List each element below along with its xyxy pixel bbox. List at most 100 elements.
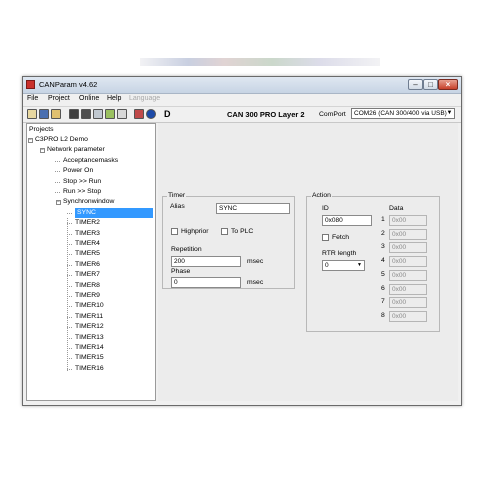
rtr-length-value: 0 bbox=[325, 262, 329, 269]
data-row-index: 1 bbox=[381, 216, 385, 223]
timer-group-title: Timer bbox=[167, 192, 187, 199]
folder-icon[interactable] bbox=[51, 109, 61, 119]
tree-header: Projects bbox=[29, 126, 54, 133]
settings-icon[interactable] bbox=[93, 109, 103, 119]
fetch-checkbox[interactable] bbox=[322, 234, 329, 241]
data-row-index: 3 bbox=[381, 243, 385, 251]
tree-connector bbox=[67, 218, 68, 371]
alias-label: Alias bbox=[170, 203, 185, 210]
project-tree[interactable]: Projects − C3PRO L2 Demo − Network paramete… bbox=[26, 123, 156, 401]
timer-group: Timer Alias SYNC Highprior To PLC Repeti… bbox=[162, 192, 295, 289]
save-icon[interactable] bbox=[39, 109, 49, 119]
tree-item[interactable]: TIMER13 bbox=[75, 333, 104, 343]
list-icon[interactable] bbox=[117, 109, 127, 119]
toplc-label: To PLC bbox=[231, 228, 254, 235]
book-icon[interactable] bbox=[134, 109, 144, 119]
app-window: CANParam v4.62 – □ × File Project Online… bbox=[22, 76, 462, 406]
comport-value: COM26 (CAN 300/400 via USB) bbox=[354, 110, 447, 117]
data-byte-input[interactable]: 0x00 bbox=[389, 283, 427, 295]
data-byte-input[interactable]: 0x00 bbox=[389, 242, 427, 254]
chevron-down-icon: ▼ bbox=[446, 110, 453, 116]
download-device-icon[interactable] bbox=[69, 109, 79, 119]
data-row-index: 5 bbox=[381, 270, 385, 278]
tree-item[interactable]: TIMER14 bbox=[75, 343, 104, 353]
tree-item[interactable]: Synchronwindow bbox=[63, 197, 114, 207]
tree-item[interactable]: Stop >> Run bbox=[63, 177, 101, 187]
tree-item[interactable]: TIMER4 bbox=[75, 239, 100, 249]
data-byte-input[interactable]: 0x00 bbox=[389, 297, 427, 309]
data-byte-input[interactable]: 0x00 bbox=[389, 310, 427, 322]
comport-label: ComPort bbox=[319, 111, 346, 118]
minimize-button[interactable]: – bbox=[408, 79, 423, 90]
tree-item[interactable]: TIMER11 bbox=[75, 312, 103, 322]
close-button[interactable]: × bbox=[438, 79, 458, 90]
maximize-icon: □ bbox=[428, 80, 433, 89]
data-byte-input[interactable]: 0x00 bbox=[389, 256, 427, 268]
tree-connector bbox=[55, 160, 60, 162]
tree-item[interactable]: Power On bbox=[63, 166, 93, 176]
menu-project[interactable]: Project bbox=[48, 95, 70, 102]
fetch-label: Fetch bbox=[332, 234, 349, 241]
tree-item[interactable]: C3PRO L2 Demo bbox=[35, 135, 88, 145]
tree-connector bbox=[55, 181, 60, 183]
tree-item[interactable]: SYNC bbox=[75, 207, 153, 218]
device-name-label: CAN 300 PRO Layer 2 bbox=[227, 110, 305, 119]
repetition-input[interactable]: 200 bbox=[171, 256, 241, 267]
action-group: Action ID 0x080 Data Fetch RTR length 0 … bbox=[306, 192, 440, 332]
tree-expander-icon[interactable]: − bbox=[56, 199, 61, 205]
data-byte-input[interactable]: 0x00 bbox=[389, 215, 427, 226]
action-group-title: Action bbox=[311, 192, 332, 199]
open-folder-icon[interactable] bbox=[27, 109, 37, 119]
tree-item[interactable]: TIMER9 bbox=[75, 291, 100, 301]
upload-device-icon[interactable] bbox=[81, 109, 91, 119]
phase-unit: msec bbox=[247, 279, 264, 286]
data-row-index: 2 bbox=[381, 229, 385, 237]
app-icon bbox=[26, 80, 35, 89]
phase-input[interactable]: 0 bbox=[171, 277, 241, 288]
rtr-length-select[interactable]: 0 ▼ bbox=[322, 260, 365, 271]
data-byte-input[interactable]: 0x00 bbox=[389, 228, 427, 240]
title-bar[interactable]: CANParam v4.62 – □ × bbox=[23, 77, 461, 94]
menu-online[interactable]: Online bbox=[79, 95, 99, 102]
menu-file[interactable]: File bbox=[27, 95, 38, 102]
menu-language: Language bbox=[129, 95, 161, 102]
tree-item[interactable]: TIMER8 bbox=[75, 281, 100, 291]
tree-item[interactable]: TIMER2 bbox=[75, 218, 100, 228]
highprior-checkbox[interactable] bbox=[171, 228, 178, 235]
highprior-label: Highprior bbox=[181, 228, 209, 235]
tree-item[interactable]: TIMER15 bbox=[75, 353, 104, 363]
phase-label: Phase bbox=[171, 268, 191, 275]
data-row-index: 7 bbox=[381, 298, 385, 306]
menu-help[interactable]: Help bbox=[107, 95, 121, 102]
toplc-checkbox[interactable] bbox=[221, 228, 228, 235]
window-title: CANParam v4.62 bbox=[39, 80, 98, 89]
tree-item[interactable]: Run >> Stop bbox=[63, 187, 101, 197]
maximize-button[interactable]: □ bbox=[423, 79, 438, 90]
tree-expander-icon[interactable]: − bbox=[28, 137, 33, 143]
tree-item[interactable]: Acceptancemasks bbox=[63, 156, 118, 166]
menu-bar: File Project Online Help Language bbox=[23, 94, 461, 105]
chevron-down-icon: ▼ bbox=[357, 262, 362, 268]
tree-item[interactable]: TIMER16 bbox=[75, 364, 104, 374]
tree-item[interactable]: TIMER7 bbox=[75, 270, 100, 280]
info-icon[interactable] bbox=[146, 109, 156, 119]
repetition-unit: msec bbox=[247, 258, 264, 265]
tree-item[interactable]: Network parameter bbox=[47, 145, 105, 155]
tree-expander-icon[interactable]: − bbox=[40, 147, 45, 153]
data-row-index: 6 bbox=[381, 284, 385, 292]
data-byte-input[interactable]: 0x00 bbox=[389, 269, 427, 281]
tree-item[interactable]: TIMER12 bbox=[75, 322, 104, 332]
data-row-index: 4 bbox=[381, 257, 385, 265]
comport-select[interactable]: COM26 (CAN 300/400 via USB) ▼ bbox=[351, 108, 455, 119]
tree-item[interactable]: TIMER6 bbox=[75, 260, 100, 270]
minimize-icon: – bbox=[413, 80, 418, 89]
rtr-length-label: RTR length bbox=[322, 250, 357, 257]
alias-input[interactable]: SYNC bbox=[216, 203, 290, 214]
repetition-label: Repetition bbox=[171, 246, 202, 253]
tree-item[interactable]: TIMER5 bbox=[75, 249, 100, 259]
id-input[interactable]: 0x080 bbox=[322, 215, 372, 226]
edit-icon[interactable] bbox=[105, 109, 115, 119]
tree-connector bbox=[67, 212, 72, 214]
tree-item[interactable]: TIMER3 bbox=[75, 229, 100, 239]
tree-item[interactable]: TIMER10 bbox=[75, 301, 104, 311]
